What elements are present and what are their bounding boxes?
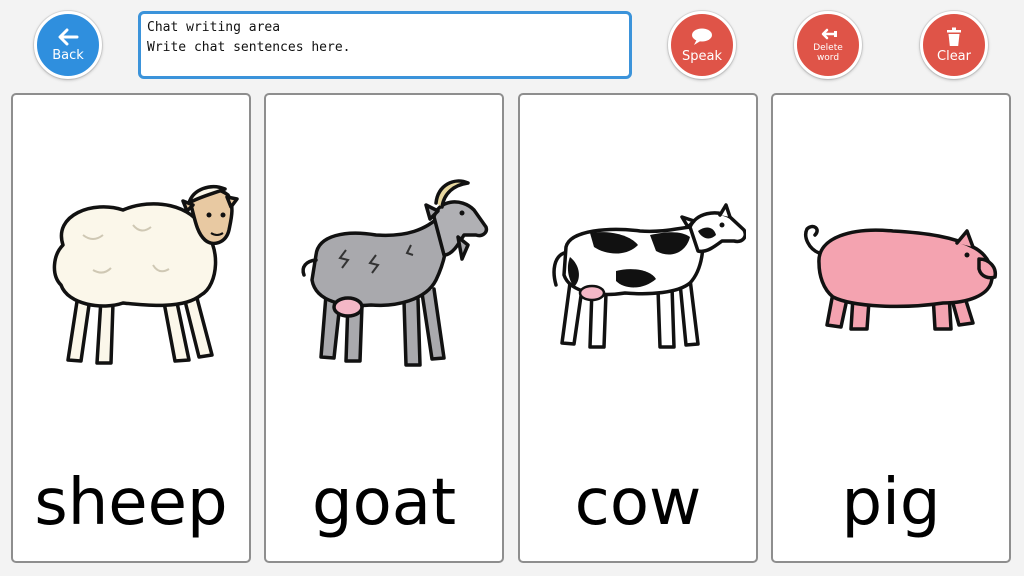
card-word: goat [311,466,457,540]
word-card-pig[interactable]: pig [771,93,1011,563]
delete-label-line2: word [816,52,840,63]
speak-button[interactable]: Speak [668,11,736,79]
sheep-icon [52,184,239,365]
trash-icon [947,27,961,46]
delete-label-line1: Delete [813,42,843,53]
delete-word-button[interactable]: Delete word [794,11,862,79]
back-label: Back [52,47,84,63]
card-word: cow [574,466,702,540]
cow-icon [552,203,746,349]
chat-writing-area[interactable]: Chat writing area Write chat sentences h… [138,11,632,79]
arrow-left-icon [58,28,79,45]
speak-label: Speak [682,48,722,64]
speech-bubble-icon [692,28,712,45]
delete-arrow-icon [821,28,837,39]
clear-label: Clear [937,48,971,64]
chat-line-1: Chat writing area [147,20,281,35]
word-card-sheep[interactable]: sheep [11,93,251,563]
word-card-cow[interactable]: cow [518,93,758,563]
card-word: pig [841,466,941,540]
back-button[interactable]: Back [34,11,102,79]
pig-icon [804,224,998,331]
chat-line-2: Write chat sentences here. [147,40,351,55]
word-card-goat[interactable]: goat [264,93,504,563]
goat-icon [301,179,489,367]
clear-button[interactable]: Clear [920,11,988,79]
card-word: sheep [34,466,228,540]
